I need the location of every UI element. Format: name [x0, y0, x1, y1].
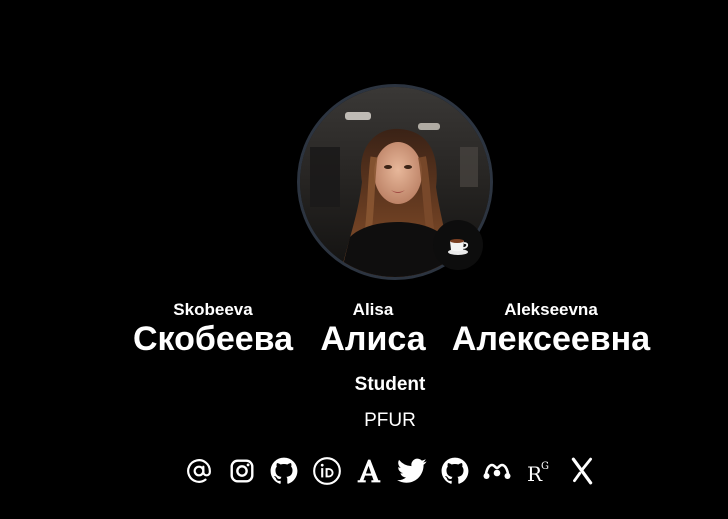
twitter-icon [396, 458, 427, 483]
last-name-ru: Скобеева [132, 320, 294, 358]
social-links: R G [184, 454, 597, 488]
social-link-academia[interactable] [354, 456, 384, 486]
middle-name-group: Alekseevna Алексеевна [438, 300, 664, 359]
last-name-group: Skobeeva Скобеева [118, 300, 308, 359]
github-icon [270, 457, 298, 484]
middle-name-latin: Alekseevna [504, 300, 598, 319]
social-link-github-2[interactable] [440, 456, 470, 486]
instagram-icon [230, 459, 254, 483]
social-link-researchgate[interactable]: R G [525, 456, 555, 486]
first-name-ru: Алиса [320, 320, 426, 358]
svg-text:G: G [541, 461, 549, 472]
avatar-container [297, 84, 493, 280]
status-badge [433, 220, 483, 270]
social-link-mendeley[interactable] [482, 456, 512, 486]
social-link-twitter[interactable] [396, 456, 427, 486]
social-link-instagram[interactable] [227, 456, 257, 486]
social-link-email[interactable] [184, 456, 214, 486]
first-name-latin: Alisa [352, 300, 394, 319]
social-link-orcid[interactable] [312, 456, 342, 486]
orcid-icon [312, 457, 341, 485]
social-link-github[interactable] [269, 456, 299, 486]
arxiv-icon [572, 457, 593, 485]
at-sign-icon [187, 459, 211, 483]
coffee-cup-icon [448, 239, 469, 255]
middle-name-ru: Алексеевна [451, 320, 651, 358]
social-link-arxiv[interactable] [567, 456, 597, 486]
last-name-latin: Skobeeva [173, 300, 253, 319]
profile-role: Student [354, 374, 426, 395]
profile-organization: PFUR [364, 410, 416, 431]
profile-name: Skobeeva Скобеева Alisa Алиса Alekseevna… [0, 300, 728, 360]
mendeley-icon [483, 463, 511, 479]
researchgate-icon: R G [527, 461, 549, 484]
first-name-group: Alisa Алиса [308, 300, 438, 359]
academia-icon [358, 459, 381, 483]
github-icon [441, 457, 468, 484]
